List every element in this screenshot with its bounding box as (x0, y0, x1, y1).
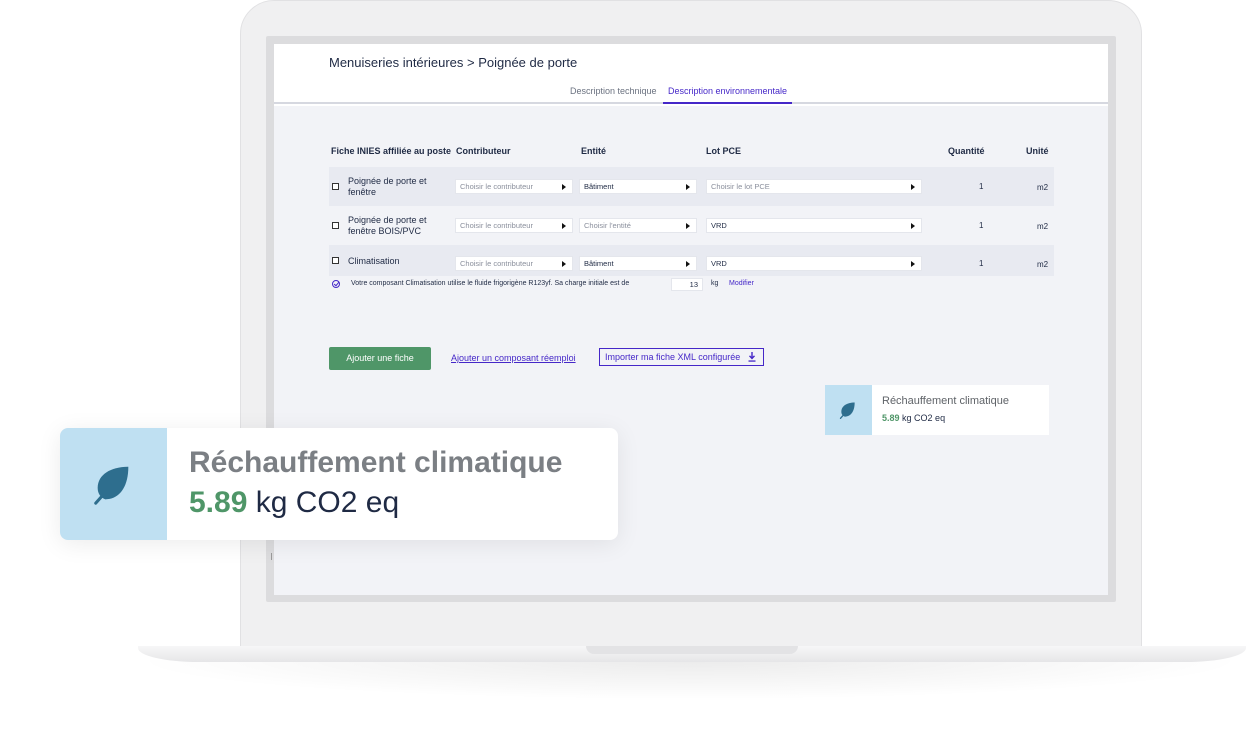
unit-value: m2 (1037, 260, 1049, 269)
tab-technical-description[interactable]: Description technique (570, 86, 657, 104)
impact-unit: kg CO2 eq (255, 486, 400, 519)
caret-right-icon (562, 184, 566, 190)
caret-right-icon (686, 184, 690, 190)
quantity-value: 1 (979, 221, 984, 230)
row-checkbox[interactable] (332, 222, 339, 229)
row-name: Poignée de porte et fenêtre (348, 176, 427, 197)
unit-value: m2 (1037, 222, 1049, 231)
import-xml-button[interactable]: Importer ma fiche XML configurée (599, 348, 764, 366)
caret-right-icon (911, 261, 915, 267)
unit-value: m2 (1037, 183, 1049, 192)
refrigerant-info: Votre composant Climatisation utilise le… (329, 276, 754, 294)
contributor-select[interactable]: Choisir le contributeur (455, 256, 573, 271)
select-value: Bâtiment (584, 182, 614, 191)
select-value: Choisir le contributeur (460, 221, 533, 230)
lot-pce-select[interactable]: Choisir le lot PCE (706, 179, 922, 194)
impact-number: 5.89 (882, 413, 900, 423)
add-reuse-component-link[interactable]: Ajouter un composant réemploi (451, 353, 576, 363)
tab-environmental-description[interactable]: Description environnementale (663, 86, 792, 104)
select-value: Choisir le contributeur (460, 182, 533, 191)
row-name: Poignée de porte et fenêtre BOIS/PVC (348, 215, 427, 236)
lot-pce-select[interactable]: VRD (706, 218, 922, 233)
column-header: Fiche INIES affiliée au poste (331, 146, 452, 156)
leaf-icon (839, 402, 855, 419)
impact-title: Réchauffement climatique (882, 395, 1009, 407)
modify-link[interactable]: Modifier (729, 280, 754, 287)
laptop-shadow (130, 660, 1250, 700)
select-value: VRD (711, 259, 727, 268)
leaf-icon-box (60, 428, 167, 540)
entity-select[interactable]: Bâtiment (579, 256, 697, 271)
table-row: Poignée de porte et fenêtre BOIS/PVC Cho… (329, 206, 1054, 245)
row-checkbox[interactable] (332, 183, 339, 190)
info-text: Votre composant Climatisation utilise le… (351, 280, 630, 287)
bezel-tick (271, 553, 272, 560)
caret-right-icon (562, 223, 566, 229)
column-header: Quantité (948, 146, 985, 156)
impact-number: 5.89 (189, 486, 248, 519)
select-value: Choisir le lot PCE (711, 182, 770, 191)
row-name: Climatisation (348, 256, 400, 266)
quantity-value: 1 (979, 259, 984, 268)
caret-right-icon (686, 223, 690, 229)
column-header: Contributeur (456, 146, 511, 156)
select-value: VRD (711, 221, 727, 230)
lot-pce-select[interactable]: VRD (706, 256, 922, 271)
caret-right-icon (911, 184, 915, 190)
select-value: Choisir l'entité (584, 221, 631, 230)
caret-right-icon (562, 261, 566, 267)
impact-card-large: Réchauffement climatique 5.89 kg CO2 eq (60, 428, 618, 540)
entity-select[interactable]: Choisir l'entité (579, 218, 697, 233)
impact-title: Réchauffement climatique (189, 446, 563, 479)
quantity-value: 1 (979, 182, 984, 191)
charge-input[interactable]: 13 (671, 278, 703, 291)
charge-unit: kg (711, 280, 719, 287)
column-header: Unité (1026, 146, 1049, 156)
check-circle-icon (332, 280, 340, 288)
table-row: Poignée de porte et fenêtre Choisir le c… (329, 167, 1054, 206)
breadcrumb: Menuiseries intérieures > Poignée de por… (329, 55, 578, 70)
select-value: Choisir le contributeur (460, 259, 533, 268)
caret-right-icon (686, 261, 690, 267)
impact-value: 5.89 kg CO2 eq (882, 413, 945, 423)
leaf-icon (94, 466, 129, 505)
add-sheet-button[interactable]: Ajouter une fiche (329, 347, 431, 370)
laptop-notch (586, 646, 798, 654)
row-checkbox[interactable] (332, 257, 339, 264)
tab-bar: Description technique Description enviro… (274, 86, 1108, 104)
select-value: Bâtiment (584, 259, 614, 268)
import-xml-label: Importer ma fiche XML configurée (605, 352, 741, 362)
marketing-stage: Menuiseries intérieures > Poignée de por… (0, 0, 1260, 736)
contributor-select[interactable]: Choisir le contributeur (455, 218, 573, 233)
leaf-icon-box (825, 385, 872, 435)
table-row: Climatisation Choisir le contributeur Bâ… (329, 245, 1054, 276)
inies-table: Fiche INIES affiliée au poste Contribute… (329, 134, 1054, 294)
column-header: Entité (581, 146, 607, 156)
app-header: Menuiseries intérieures > Poignée de por… (274, 44, 1108, 104)
entity-select[interactable]: Bâtiment (579, 179, 697, 194)
impact-unit: kg CO2 eq (902, 413, 946, 423)
column-header: Lot PCE (706, 146, 741, 156)
impact-value: 5.89 kg CO2 eq (189, 486, 399, 520)
download-icon (748, 352, 756, 362)
caret-right-icon (911, 223, 915, 229)
contributor-select[interactable]: Choisir le contributeur (455, 179, 573, 194)
impact-card-small: Réchauffement climatique 5.89 kg CO2 eq (825, 385, 1049, 435)
